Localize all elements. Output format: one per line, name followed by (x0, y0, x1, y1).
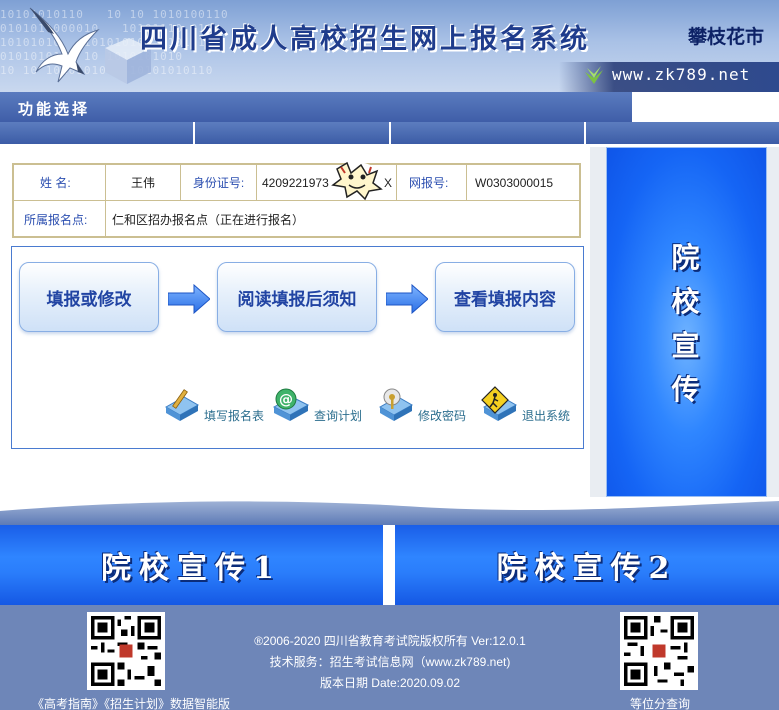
function-tab-4[interactable] (585, 122, 779, 144)
wave-divider (0, 497, 779, 525)
copyright-text: ®2006-2020 四川省教育考试院版权所有 Ver:12.0.1 (254, 634, 526, 648)
function-bar: 功能选择 (0, 92, 779, 147)
fill-or-modify-button[interactable]: 填报或修改 (19, 262, 159, 332)
tool-label: 退出系统 (522, 409, 571, 423)
tool-label: 修改密码 (418, 409, 467, 423)
tool-query-plan[interactable]: @ 查询计划 (270, 377, 362, 427)
email-query-icon: @ (272, 388, 310, 421)
function-tab-3[interactable] (390, 122, 586, 144)
id-cell: 4209221973 X (257, 161, 397, 201)
college-promo-side-text: 院 校 宣 传 (671, 241, 702, 406)
function-tab-2[interactable] (195, 122, 391, 144)
qr-code-guide[interactable] (87, 612, 165, 690)
site-label: 所属报名点: (14, 201, 106, 237)
doodle-sticker-icon (330, 161, 383, 201)
arrow-right-icon (168, 284, 210, 314)
guide-caption[interactable]: 《高考指南》《招生计划》数据智能版 (32, 695, 230, 710)
site-url[interactable]: www.zk789.net (612, 65, 750, 84)
exit-warning-icon (481, 386, 518, 421)
page-title: 四川省成人高校招生网上报名系统 (140, 24, 590, 55)
seagull-icon (29, 7, 100, 83)
tool-label: 填写报名表 (204, 409, 265, 423)
tool-fill-form[interactable]: 填写报名表 (160, 377, 264, 427)
footer-info: ®2006-2020 四川省教育考试院版权所有 Ver:12.0.1 技术服务：… (230, 631, 550, 694)
leaf-icon (585, 66, 603, 84)
tool-exit-system[interactable]: 退出系统 (478, 377, 570, 427)
tool-change-password[interactable]: 修改密码 (374, 377, 466, 427)
form-edit-icon (164, 389, 200, 421)
tool-label: 查询计划 (314, 409, 363, 423)
read-notice-button[interactable]: 阅读填报后须知 (217, 262, 377, 332)
function-tabs (0, 122, 779, 144)
qr-code-rank[interactable] (620, 612, 698, 690)
view-content-button[interactable]: 查看填报内容 (435, 262, 575, 332)
site-value: 仁和区招办报名点（正在进行报名） (112, 212, 305, 227)
version-date-text: 版本日期 Date:2020.09.02 (319, 676, 461, 690)
function-title-bar: 功能选择 (0, 92, 632, 122)
action-panel: 填报或修改 阅读填报后须知 查看填报内容 填写报名表 @ 查询计划 修改密码 退… (11, 246, 584, 449)
page-footer: ®2006-2020 四川省教育考试院版权所有 Ver:12.0.1 技术服务：… (0, 605, 779, 710)
id-label: 身份证号: (181, 165, 257, 200)
svg-text:@: @ (279, 392, 293, 408)
applicant-info-table: 姓 名: 王伟 身份证号: 4209221973 X 网报号: W0303000… (12, 161, 581, 238)
info-row: 所属报名点: 仁和区招办报名点（正在进行报名） (14, 201, 579, 237)
password-key-icon (378, 388, 414, 421)
qr-code-icon (624, 616, 694, 686)
qr-code-icon (91, 616, 161, 686)
name-label: 姓 名: (14, 165, 106, 200)
college-promo-banner-1[interactable]: 院校宣传1 (0, 525, 383, 605)
city-name: 攀枝花市 (688, 27, 765, 48)
college-promo-banner-2[interactable]: 院校宣传2 (395, 525, 779, 605)
id-suffix: X (383, 175, 392, 190)
rank-query-caption[interactable]: 等位分查询 (630, 695, 690, 710)
function-title: 功能选择 (18, 101, 91, 118)
function-tab-1[interactable] (0, 122, 196, 144)
arrow-right-icon (386, 284, 428, 314)
college-promo-side[interactable]: 院 校 宣 传 (606, 147, 767, 497)
info-row: 姓 名: 王伟 身份证号: 4209221973 X 网报号: W0303000… (14, 161, 579, 201)
reg-number-value: W0303000015 (475, 175, 554, 190)
service-text: 技术服务：招生考试信息网（www.zk789.net) (269, 655, 511, 669)
site-header: 10101010110 10 10 1010100110 01010110000… (0, 0, 779, 92)
name-value: 王伟 (106, 165, 181, 200)
reg-number-label: 网报号: (397, 165, 467, 200)
id-value: 4209221973 (262, 175, 329, 190)
